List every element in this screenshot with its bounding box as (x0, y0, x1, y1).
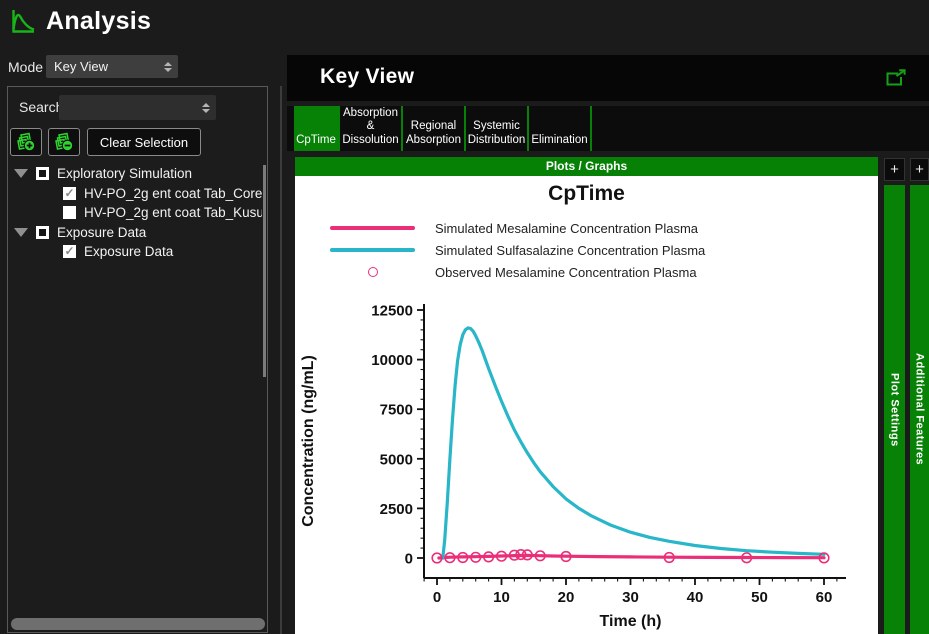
additional-features-label: Additional Features (914, 353, 926, 465)
line-swatch-icon (330, 226, 415, 230)
tab-regional-absorption[interactable]: Regional Absorption (403, 106, 466, 151)
panel-splitter[interactable] (280, 86, 282, 634)
svg-text:12500: 12500 (371, 303, 413, 320)
svg-text:40: 40 (687, 589, 704, 606)
tree-checkbox[interactable] (36, 167, 49, 180)
clear-selection-button[interactable]: Clear Selection (87, 128, 201, 156)
x-axis-title: Time (h) (600, 613, 662, 630)
app-header: Analysis (10, 7, 151, 36)
legend-entry: Simulated Mesalamine Concentration Plasm… (330, 217, 705, 239)
plots-graphs-bar[interactable]: Plots / Graphs (295, 157, 878, 176)
tab-cptime[interactable]: CpTime (294, 106, 340, 151)
key-view-title: Key View (320, 65, 414, 89)
svg-text:0: 0 (433, 589, 441, 606)
legend-line-swatch-icon (330, 248, 415, 252)
search-label: Search (19, 99, 63, 115)
svg-text:0: 0 (405, 551, 413, 568)
tree-item-label: Exposure Data (57, 225, 146, 240)
svg-text:50: 50 (751, 589, 768, 606)
remove-selection-button[interactable] (48, 128, 80, 156)
legend-label: Observed Mesalamine Concentration Plasma (435, 265, 697, 280)
tree-item[interactable]: Exposure Data (8, 223, 262, 243)
add-selection-button[interactable] (10, 128, 42, 156)
additional-features-bar[interactable]: Additional Features (910, 185, 929, 634)
search-select[interactable] (59, 95, 216, 120)
tree-item[interactable]: Exposure Data (8, 242, 262, 262)
svg-text:2500: 2500 (380, 501, 413, 518)
chart-legend: Simulated Mesalamine Concentration Plasm… (330, 217, 705, 283)
pk-curve-logo-icon (10, 8, 37, 35)
cptime-plot: 0 2500 5000 7500 10000 12500 0 10 20 30 40 50 60 Conc… (295, 280, 878, 634)
circle-marker-icon (368, 267, 378, 277)
tree-item[interactable]: HV-PO_2g ent coat Tab_Kusuhara (8, 203, 262, 223)
svg-text:60: 60 (816, 589, 833, 606)
chart-panel: CpTime Simulated Mesalamine Concentratio… (295, 176, 878, 634)
svg-text:10000: 10000 (371, 352, 413, 369)
key-view-header: Key View (287, 55, 929, 101)
spinner-icon (164, 62, 172, 72)
legend-circle-marker-icon (330, 267, 415, 277)
tree-item-label: Exploratory Simulation (57, 166, 192, 181)
open-in-new-window-icon[interactable] (886, 69, 907, 91)
svg-text:10: 10 (493, 589, 510, 606)
plot-settings-label: Plot Settings (889, 373, 901, 447)
mode-select-value: Key View (54, 59, 108, 74)
view-tabs: CpTimeAbsorption & DissolutionRegional A… (294, 106, 592, 151)
tree-checkbox[interactable] (63, 206, 76, 219)
tree-checkbox[interactable] (36, 226, 49, 239)
legend-entry: Simulated Sulfasalazine Concentration Pl… (330, 239, 705, 261)
line-swatch-icon (330, 248, 415, 252)
tree-horizontal-scrollbar[interactable] (11, 618, 265, 630)
tree-checkbox[interactable] (63, 187, 76, 200)
y-axis-title: Concentration (ng/mL) (300, 355, 317, 527)
tree-item[interactable]: Exploratory Simulation (8, 164, 262, 184)
tree-checkbox[interactable] (63, 245, 76, 258)
mode-select[interactable]: Key View (46, 55, 178, 78)
svg-text:30: 30 (622, 589, 639, 606)
layers-plus-icon (15, 132, 37, 152)
analysis-app: Analysis Mode Key View Search (0, 0, 929, 634)
chart-title: CpTime (295, 182, 878, 206)
tree-item[interactable]: HV-PO_2g ent coat Tab_Corey (8, 184, 262, 204)
tree-item-label: HV-PO_2g ent coat Tab_Kusuhara (84, 205, 262, 220)
tabs-strip: CpTimeAbsorption & DissolutionRegional A… (287, 106, 929, 151)
legend-label: Simulated Mesalamine Concentration Plasm… (435, 221, 698, 236)
selection-panel: Search (7, 86, 268, 633)
legend-line-swatch-icon (330, 226, 415, 230)
layers-minus-icon (53, 132, 75, 152)
simulation-tree: Exploratory Simulation HV-PO_2g ent coat … (8, 164, 262, 262)
additional-features-add-button[interactable]: + (910, 158, 929, 181)
mode-label: Mode (8, 59, 43, 75)
tree-item-label: Exposure Data (84, 244, 173, 259)
tab-absorption-dissolution[interactable]: Absorption & Dissolution (340, 106, 403, 151)
page-title: Analysis (46, 7, 151, 36)
plot-settings-add-button[interactable]: + (884, 158, 905, 181)
spinner-icon (202, 103, 210, 113)
svg-text:7500: 7500 (380, 402, 413, 419)
expander-icon[interactable] (14, 228, 28, 237)
svg-text:20: 20 (558, 589, 575, 606)
axes: 0 2500 5000 7500 10000 12500 0 10 20 30 40 50 60 Conc… (300, 303, 846, 631)
tab-elimination[interactable]: Elimination (529, 106, 592, 151)
tab-systemic-distribution[interactable]: Systemic Distribution (466, 106, 529, 151)
plot-settings-bar[interactable]: Plot Settings (884, 185, 905, 634)
legend-label: Simulated Sulfasalazine Concentration Pl… (435, 243, 705, 258)
plots-graphs-label: Plots / Graphs (546, 159, 627, 173)
expander-icon[interactable] (14, 169, 28, 178)
svg-text:5000: 5000 (380, 451, 413, 468)
tree-item-label: HV-PO_2g ent coat Tab_Corey (84, 186, 262, 201)
series-simulated-sulfasalazine-concentration-plasma (443, 328, 824, 558)
tree-vertical-scrollbar[interactable] (263, 165, 266, 377)
